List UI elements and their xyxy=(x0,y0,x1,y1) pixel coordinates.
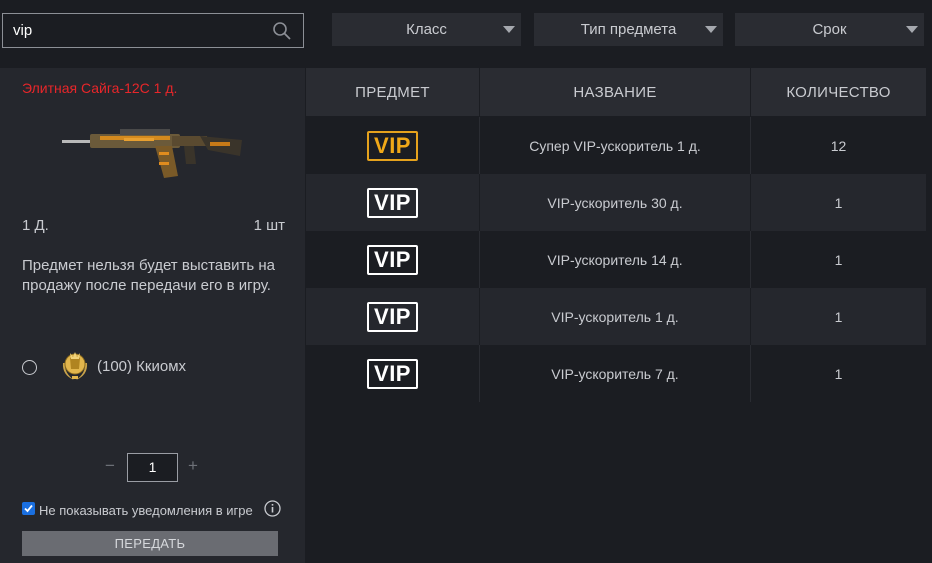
table-row[interactable]: VIP VIP-ускоритель 7 д. 1 xyxy=(306,345,926,402)
term-filter-dropdown[interactable]: Срок xyxy=(735,13,924,46)
info-icon[interactable] xyxy=(264,500,281,517)
chevron-down-icon xyxy=(503,26,515,33)
search-field[interactable] xyxy=(2,13,304,48)
recipient-radio[interactable] xyxy=(22,360,37,375)
increment-button[interactable]: + xyxy=(188,456,198,476)
quantity-stepper[interactable]: 1 xyxy=(127,453,178,482)
recipient-name: (100) Ккиомх xyxy=(97,358,187,375)
rank-badge-icon xyxy=(62,352,88,380)
item-count: 12 xyxy=(830,137,847,154)
item-name: VIP-ускоритель 30 д. xyxy=(480,174,751,231)
item-name: Супер VIP-ускоритель 1 д. xyxy=(480,117,751,174)
item-count: 1 xyxy=(834,365,843,382)
hide-notifications-label: Не показывать уведомления в игре xyxy=(39,503,253,518)
chevron-down-icon xyxy=(705,26,717,33)
hide-notifications-checkbox[interactable] xyxy=(22,502,35,515)
table-row[interactable]: VIP VIP-ускоритель 1 д. 1 xyxy=(306,288,926,345)
item-name: VIP-ускоритель 14 д. xyxy=(480,231,751,288)
vip-icon: VIP xyxy=(367,301,418,332)
class-filter-dropdown[interactable]: Класс xyxy=(332,13,521,46)
vip-gold-icon: VIP xyxy=(367,130,418,161)
item-count: 1 xyxy=(834,194,843,211)
vip-icon: VIP xyxy=(367,244,418,275)
item-duration: 1 Д. xyxy=(22,217,49,234)
transfer-notice: Предмет нельзя будет выставить на продаж… xyxy=(22,257,275,294)
item-name: VIP-ускоритель 1 д. xyxy=(480,288,751,345)
items-table: VIP Супер VIP-ускоритель 1 д. 12 VIP VIP… xyxy=(306,117,926,402)
vip-icon: VIP xyxy=(367,187,418,218)
item-quantity: 1 шт xyxy=(253,217,285,234)
table-row[interactable]: VIP VIP-ускоритель 30 д. 1 xyxy=(306,174,926,231)
table-row[interactable]: VIP VIP-ускоритель 14 д. 1 xyxy=(306,231,926,288)
item-count: 1 xyxy=(834,308,843,325)
term-filter-label: Срок xyxy=(812,21,847,38)
item-name: VIP-ускоритель 7 д. xyxy=(480,345,751,402)
table-row[interactable]: VIP Супер VIP-ускоритель 1 д. 12 xyxy=(306,117,926,174)
column-header-item: ПРЕДМЕТ xyxy=(306,68,480,116)
shotgun-icon xyxy=(62,129,242,178)
items-table-header: ПРЕДМЕТ НАЗВАНИЕ КОЛИЧЕСТВО xyxy=(306,68,926,116)
search-icon[interactable] xyxy=(267,16,297,46)
checkmark-icon xyxy=(24,504,33,513)
item-details-panel: Элитная Сайга-12С 1 д. 1 Д. 1 шт Предмет… xyxy=(0,68,305,563)
class-filter-label: Класс xyxy=(406,21,447,38)
chevron-down-icon xyxy=(906,26,918,33)
column-header-quantity: КОЛИЧЕСТВО xyxy=(786,83,891,101)
search-input[interactable] xyxy=(3,14,267,47)
item-title: Элитная Сайга-12С 1 д. xyxy=(22,80,178,96)
vip-icon: VIP xyxy=(367,358,418,389)
column-header-name: НАЗВАНИЕ xyxy=(480,68,751,116)
item-count: 1 xyxy=(834,251,843,268)
item-type-filter-dropdown[interactable]: Тип предмета xyxy=(534,13,723,46)
decrement-button[interactable]: − xyxy=(105,456,115,476)
transfer-button[interactable]: ПЕРЕДАТЬ xyxy=(22,531,278,556)
item-type-filter-label: Тип предмета xyxy=(580,21,677,38)
